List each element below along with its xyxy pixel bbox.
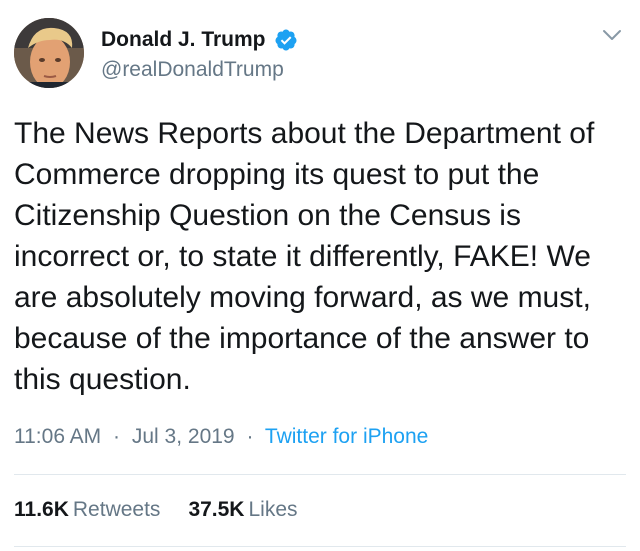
chevron-down-icon[interactable] (602, 28, 622, 42)
retweets-stat[interactable]: 11.6K Retweets (14, 498, 160, 522)
tweet-time[interactable]: 11:06 AM (14, 425, 101, 448)
tweet-card: Donald J. Trump @realDonaldTrump The New… (0, 0, 640, 551)
avatar[interactable] (14, 18, 84, 88)
meta-separator: · (246, 425, 254, 448)
retweets-label: Retweets (72, 498, 161, 521)
name-row: Donald J. Trump (101, 26, 298, 54)
likes-label: Likes (248, 498, 298, 521)
divider (14, 546, 626, 547)
tweet-meta: 11:06 AM · Jul 3, 2019 · Twitter for iPh… (14, 425, 428, 449)
display-name[interactable]: Donald J. Trump (101, 28, 266, 52)
handle[interactable]: @realDonaldTrump (101, 58, 298, 82)
divider (14, 474, 626, 475)
tweet-date[interactable]: Jul 3, 2019 (132, 425, 235, 448)
tweet-text: The News Reports about the Department of… (14, 117, 595, 396)
likes-count: 37.5K (188, 498, 245, 521)
retweets-count: 11.6K (14, 498, 69, 521)
meta-separator: · (113, 425, 121, 448)
likes-stat[interactable]: 37.5K Likes (188, 498, 297, 522)
tweet-source-link[interactable]: Twitter for iPhone (265, 425, 428, 448)
verified-badge-icon (274, 28, 298, 52)
tweet-stats: 11.6K Retweets 37.5K Likes (14, 498, 326, 522)
author-block: Donald J. Trump @realDonaldTrump (101, 26, 298, 82)
profile-photo (14, 18, 84, 88)
